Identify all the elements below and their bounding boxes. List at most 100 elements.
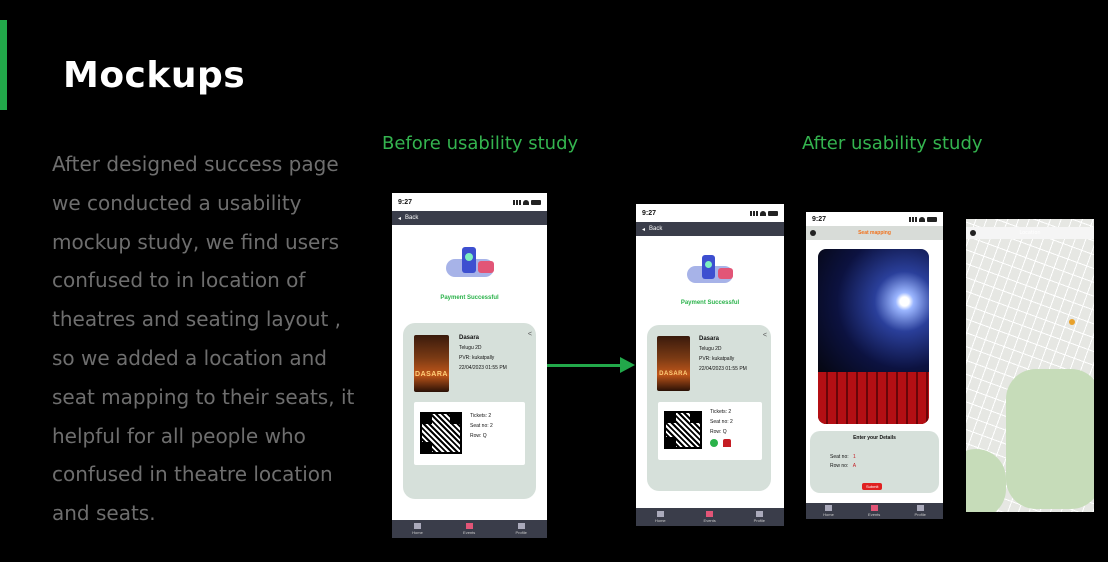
seat-field-label: Seat no: bbox=[830, 454, 849, 460]
nav-home[interactable]: Home bbox=[412, 523, 423, 535]
seat-mapping-title: Seat mapping bbox=[858, 230, 891, 236]
phone-seat-mapping-mockup: 9:27 Seat mapping Enter your Details Sea… bbox=[806, 212, 943, 519]
home-icon bbox=[413, 523, 421, 529]
back-arrow-icon[interactable]: ◂ bbox=[398, 215, 401, 222]
accent-bar bbox=[0, 20, 7, 110]
seat-field-value: 1 bbox=[853, 454, 856, 460]
status-time: 9:27 bbox=[398, 198, 413, 206]
poster-title: DASARA bbox=[415, 371, 448, 378]
seat-mapping-header: Seat mapping bbox=[806, 226, 943, 240]
signal-icon bbox=[909, 216, 917, 222]
wifi-icon bbox=[760, 210, 766, 216]
nav-profile-label: Profile bbox=[914, 512, 926, 517]
status-bar: 9:27 bbox=[392, 193, 547, 211]
submit-button[interactable]: Submit bbox=[862, 483, 883, 490]
map-header: Location bbox=[966, 227, 1094, 239]
row-field[interactable]: Row no: A bbox=[830, 462, 856, 471]
back-bar[interactable]: ◂ Back bbox=[392, 211, 547, 225]
status-time: 9:27 bbox=[812, 215, 827, 223]
movie-poster: DASARA bbox=[657, 336, 690, 391]
nav-events[interactable]: Events bbox=[704, 511, 716, 523]
phone-after-mockup: 9:27 ◂ Back Payment Successful DASARA Das… bbox=[636, 204, 784, 526]
bottom-nav: Home Events Profile bbox=[392, 520, 547, 538]
map-green-area bbox=[1006, 369, 1094, 509]
nav-events[interactable]: Events bbox=[463, 523, 475, 535]
row-number: Row: Q bbox=[470, 433, 487, 439]
tickets-count: Tickets: 2 bbox=[710, 409, 732, 415]
nav-home[interactable]: Home bbox=[655, 511, 666, 523]
qr-section: Tickets: 2 Seat no: 2 Row: Q bbox=[414, 402, 525, 465]
movie-poster: DASARA bbox=[414, 335, 449, 392]
theatre-name: PVR: kukatpally bbox=[459, 355, 495, 361]
back-arrow-icon[interactable]: ◂ bbox=[642, 226, 645, 233]
show-datetime: 22/04/2023 01:55 PM bbox=[459, 365, 507, 371]
signal-icon bbox=[513, 199, 521, 205]
seat-icon[interactable] bbox=[723, 439, 731, 447]
status-icons bbox=[909, 216, 937, 222]
poster-title: DASARA bbox=[659, 371, 688, 377]
nav-profile-label: Profile bbox=[515, 530, 527, 535]
row-number: Row: Q bbox=[710, 429, 727, 435]
nav-home[interactable]: Home bbox=[823, 505, 834, 517]
wifi-icon bbox=[523, 199, 529, 205]
show-datetime: 22/04/2023 01:55 PM bbox=[699, 366, 747, 372]
calendar-icon bbox=[870, 505, 878, 511]
seat-number: Seat no: 2 bbox=[470, 423, 493, 429]
back-label[interactable]: Back bbox=[405, 215, 418, 221]
nav-home-label: Home bbox=[654, 518, 666, 523]
bottom-nav: Home Events Profile bbox=[636, 508, 784, 526]
ticket-details: Tickets: 2 Seat no: 2 Row: Q bbox=[470, 411, 493, 441]
payment-illustration bbox=[682, 250, 738, 296]
share-icon[interactable]: < bbox=[528, 331, 532, 338]
battery-icon bbox=[768, 210, 778, 216]
ticket-card: DASARA Dasara Telugu 2D PVR: kukatpally … bbox=[647, 325, 771, 491]
nav-events-label: Events bbox=[868, 512, 881, 517]
seat-field[interactable]: Seat no: 1 bbox=[830, 453, 856, 462]
location-map-mockup[interactable]: Location bbox=[966, 219, 1094, 512]
tickets-count: Tickets: 2 bbox=[470, 413, 492, 419]
status-time: 9:27 bbox=[642, 209, 657, 217]
nav-home-label: Home bbox=[823, 512, 834, 517]
back-bar[interactable]: ◂ Back bbox=[636, 222, 784, 236]
arrow-right-icon bbox=[620, 357, 635, 373]
nav-home-label: Home bbox=[412, 530, 423, 535]
home-icon bbox=[656, 511, 664, 517]
location-seat-icons bbox=[710, 439, 733, 447]
seat-row-form: Seat no: 1 Row no: A bbox=[830, 453, 856, 471]
details-title: Enter your Details bbox=[853, 435, 896, 441]
map-pin-icon[interactable] bbox=[1069, 319, 1075, 325]
nav-profile[interactable]: Profile bbox=[754, 511, 765, 523]
movie-language: Telugu 2D bbox=[459, 345, 482, 351]
map-title: Location bbox=[1019, 230, 1041, 236]
back-label[interactable]: Back bbox=[649, 226, 662, 232]
calendar-icon bbox=[465, 523, 473, 529]
details-card: Enter your Details Seat no: 1 Row no: A … bbox=[810, 431, 939, 493]
qr-code bbox=[420, 412, 462, 454]
wifi-icon bbox=[919, 216, 925, 222]
theatre-image bbox=[818, 249, 929, 424]
theatre-seats bbox=[818, 371, 929, 424]
status-bar: 9:27 bbox=[806, 212, 943, 226]
profile-icon bbox=[755, 511, 763, 517]
slide-body-text: After designed success page we conducted… bbox=[52, 152, 355, 526]
ticket-details: Tickets: 2 Seat no: 2 Row: Q bbox=[710, 407, 733, 447]
battery-icon bbox=[927, 216, 937, 222]
location-pin-icon[interactable] bbox=[710, 439, 718, 447]
map-green-area bbox=[966, 449, 1006, 512]
nav-profile[interactable]: Profile bbox=[516, 523, 527, 535]
movie-language: Telugu 2D bbox=[699, 346, 722, 352]
nav-profile-label: Profile bbox=[753, 518, 766, 523]
slide-title: Mockups bbox=[63, 55, 246, 96]
nav-events-label: Events bbox=[703, 518, 716, 523]
battery-icon bbox=[531, 199, 541, 205]
nav-profile[interactable]: Profile bbox=[915, 505, 926, 517]
nav-events[interactable]: Events bbox=[868, 505, 880, 517]
share-icon[interactable]: < bbox=[763, 332, 767, 339]
profile-icon bbox=[916, 505, 924, 511]
after-study-label: After usability study bbox=[802, 133, 983, 154]
calendar-icon bbox=[706, 511, 714, 517]
qr-code bbox=[664, 411, 702, 449]
qr-section: Tickets: 2 Seat no: 2 Row: Q bbox=[658, 402, 762, 460]
profile-icon bbox=[517, 523, 525, 529]
status-bar: 9:27 bbox=[636, 204, 784, 222]
